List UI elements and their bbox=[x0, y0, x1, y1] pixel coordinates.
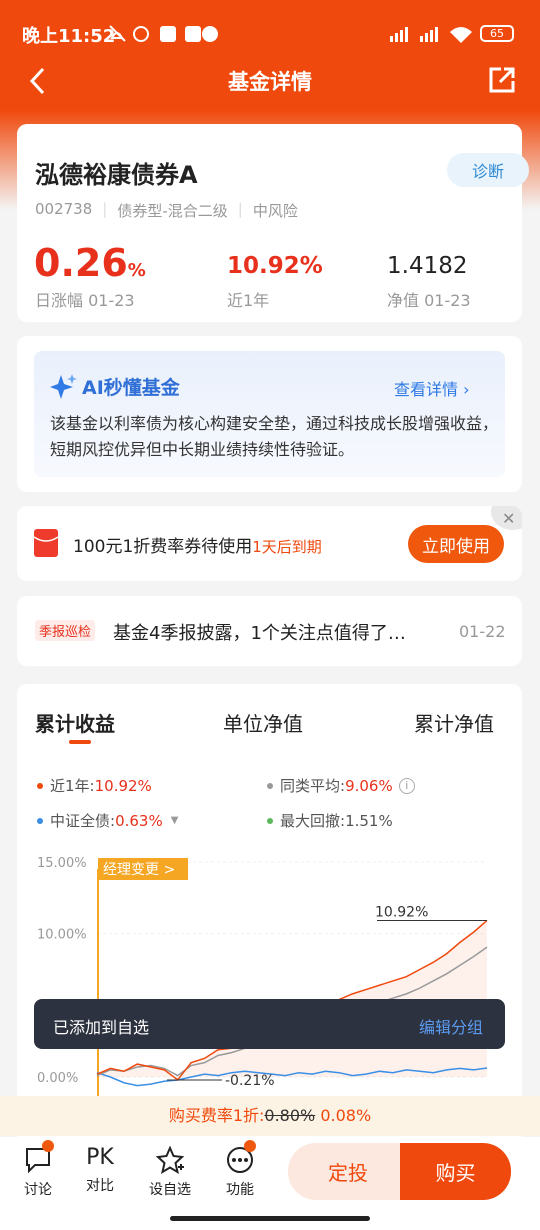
report-date: 01-22 bbox=[459, 622, 506, 641]
nav-value: 1.4182 bbox=[387, 253, 468, 279]
tab-cumulative-return[interactable]: 累计收益 bbox=[35, 708, 115, 737]
daily-change-value: 0.26 bbox=[34, 241, 128, 285]
legend-value: 1.51% bbox=[345, 811, 393, 830]
ai-box[interactable]: AI秒懂基金 查看详情 › 该基金以利率债为核心构建安全垫，通过科技成长股增强收… bbox=[34, 351, 505, 477]
coupon-card: 100元1折费率券待使用1天后到期 立即使用 ✕ bbox=[17, 506, 522, 581]
discuss-label: 讨论 bbox=[24, 1182, 52, 1198]
report-text: 基金4季报披露，1个关注点值得了… bbox=[113, 623, 406, 644]
add-watchlist-button[interactable]: 设自选 bbox=[135, 1145, 205, 1199]
ai-detail-link[interactable]: 查看详情 › bbox=[394, 376, 470, 400]
fund-name: 泓德裕康债券A bbox=[35, 161, 198, 189]
close-icon[interactable]: ✕ bbox=[502, 509, 515, 528]
report-card[interactable]: 季报巡检 基金4季报披露，1个关注点值得了… 01-22 bbox=[17, 596, 522, 666]
legend-dot bbox=[267, 817, 273, 824]
use-now-button[interactable]: 立即使用 bbox=[408, 525, 504, 563]
tab-indicator bbox=[69, 740, 91, 744]
buy-rate-bar: 购买费率1折:0.80% 0.08% bbox=[0, 1096, 540, 1136]
diagnose-button[interactable]: 诊断 bbox=[447, 153, 529, 187]
legend-year: 近1年: 10.92% bbox=[37, 775, 152, 796]
coupon-text: 100元1折费率券待使用1天后到期 bbox=[73, 532, 322, 557]
compare-button[interactable]: PK 对比 bbox=[65, 1145, 135, 1195]
legend-max-drawdown: 最大回撤: 1.51% bbox=[267, 810, 393, 831]
daily-change-label: 日涨幅 01-23 bbox=[35, 291, 135, 310]
discuss-button[interactable]: 讨论 bbox=[3, 1145, 73, 1199]
ai-title: AI秒懂基金 bbox=[82, 377, 180, 399]
legend-label: 中证全债: bbox=[50, 812, 116, 830]
compare-label: 对比 bbox=[86, 1178, 114, 1194]
report-tag: 季报巡检 bbox=[35, 620, 96, 641]
home-indicator bbox=[170, 1216, 370, 1221]
nav-bar: 基金详情 bbox=[0, 58, 540, 110]
coupon-desc: 100元1折费率券待使用 bbox=[73, 537, 253, 557]
legend-dot bbox=[37, 817, 43, 824]
chevron-right-icon: › bbox=[463, 380, 470, 399]
coupon-expire: 1天后到期 bbox=[252, 538, 322, 556]
notification-dot bbox=[244, 1140, 256, 1152]
add-watchlist-label: 设自选 bbox=[149, 1182, 191, 1198]
legend-value: 10.92% bbox=[94, 776, 152, 795]
buy-rate-label: 购买费率1折: bbox=[168, 1106, 265, 1125]
tab-unit-nav[interactable]: 单位净值 bbox=[223, 708, 303, 737]
legend-dot bbox=[267, 782, 273, 789]
buy-button[interactable]: 购买 bbox=[400, 1143, 511, 1200]
pk-icon: PK bbox=[86, 1145, 114, 1170]
caret-down-icon: ▼ bbox=[170, 815, 179, 826]
year-return: 10.92% bbox=[227, 253, 323, 279]
signal-icon bbox=[390, 27, 472, 43]
ai-summary: 该基金以利率债为核心构建安全垫，通过科技成长股增强收益，短期风控优异但中长期业绩… bbox=[50, 414, 499, 459]
info-icon[interactable]: i bbox=[398, 777, 415, 794]
chart-card: 累计收益 单位净值 累计净值 近1年: 10.92% 同类平均: 9.06% i 中证… bbox=[17, 684, 522, 1144]
status-time: 晚上11:52 bbox=[22, 26, 116, 47]
battery-level: 65 bbox=[490, 27, 504, 40]
battery-icon: 65 bbox=[480, 25, 514, 42]
manager-change-label: 经理变更 > bbox=[103, 862, 175, 878]
min-annotation-label: -0.21% bbox=[225, 1073, 275, 1089]
y-tick-label: 0.00% bbox=[37, 1071, 78, 1086]
sparkle-icon bbox=[50, 374, 77, 399]
function-button[interactable]: 功能 bbox=[205, 1145, 275, 1199]
page-title: 基金详情 bbox=[228, 70, 312, 94]
year-return-label: 近1年 bbox=[227, 291, 270, 310]
fixed-invest-button[interactable]: 定投 bbox=[288, 1143, 408, 1200]
fund-info-card: 泓德裕康债券A 诊断 002738 | 债券型-混合二级 | 中风险 0.26% 日… bbox=[17, 124, 529, 322]
fund-code: 002738 bbox=[35, 200, 93, 218]
daily-change-unit: % bbox=[127, 260, 146, 281]
nav-label: 净值 01-23 bbox=[387, 291, 471, 310]
fund-risk: 中风险 bbox=[252, 202, 298, 220]
tab-accumulated-nav[interactable]: 累计净值 bbox=[414, 708, 494, 737]
ai-card: AI秒懂基金 查看详情 › 该基金以利率债为核心构建安全垫，通过科技成长股增强收… bbox=[17, 336, 522, 492]
ai-detail-text: 查看详情 bbox=[394, 380, 459, 399]
legend-benchmark[interactable]: 中证全债: 0.63% ▼ bbox=[37, 810, 178, 831]
notification-dot bbox=[42, 1140, 54, 1152]
daily-change: 0.26% bbox=[34, 241, 146, 285]
buy-rate-old: 0.80% bbox=[264, 1106, 316, 1125]
return-chart[interactable]: 15.00% 10.00% 0.00% 经理变更 > 10.92% -0.21% bbox=[17, 844, 522, 1104]
legend-peer-avg: 同类平均: 9.06% i bbox=[267, 775, 415, 796]
toast-text: 已添加到自选 bbox=[53, 1018, 150, 1037]
legend-label: 近1年: bbox=[50, 777, 95, 795]
end-annotation-label: 10.92% bbox=[375, 904, 428, 920]
legend-label: 同类平均: bbox=[280, 777, 346, 795]
y-tick-label: 10.00% bbox=[37, 928, 87, 943]
function-label: 功能 bbox=[226, 1182, 254, 1198]
legend-dot bbox=[37, 782, 43, 789]
red-packet-icon bbox=[33, 529, 59, 557]
notification-icons bbox=[109, 25, 218, 42]
star-plus-icon bbox=[155, 1145, 185, 1175]
edit-group-link[interactable]: 编辑分组 bbox=[419, 1014, 483, 1038]
y-tick-label: 15.00% bbox=[37, 856, 87, 871]
share-icon[interactable] bbox=[488, 66, 516, 94]
status-bar: 晚上11:52 65 bbox=[0, 0, 540, 66]
legend-label: 最大回撤: bbox=[280, 812, 346, 830]
fund-meta: 002738 | 债券型-混合二级 | 中风险 bbox=[35, 200, 298, 220]
fund-type: 债券型-混合二级 bbox=[117, 202, 228, 220]
buy-rate-new: 0.08% bbox=[320, 1106, 372, 1125]
legend-value: 0.63% bbox=[115, 811, 163, 830]
toast: 已添加到自选 编辑分组 bbox=[34, 999, 505, 1049]
legend-value: 9.06% bbox=[345, 776, 393, 795]
